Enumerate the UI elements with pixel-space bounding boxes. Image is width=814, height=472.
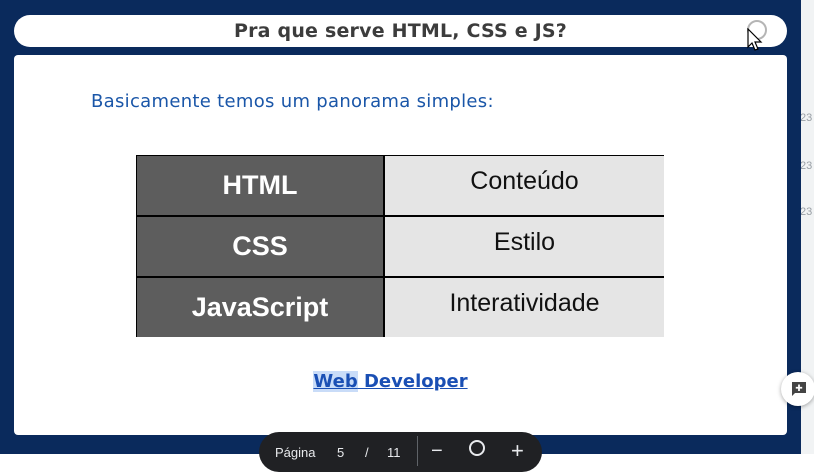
table-value: Conteúdo <box>385 156 664 215</box>
minus-icon[interactable]: − <box>431 440 443 463</box>
pager-divider <box>417 436 418 466</box>
page-total: 11 <box>387 445 401 460</box>
slide-content: Basicamente temos um panorama simples: H… <box>14 55 787 435</box>
modal-title-bar: Pra que serve HTML, CSS e JS? <box>14 15 787 47</box>
table-key: JavaScript <box>137 278 383 337</box>
table-key: HTML <box>137 156 383 215</box>
web-developer-link[interactable]: Web Developer <box>14 371 767 392</box>
languages-table: HTML Conteúdo CSS Estilo JavaScript Inte… <box>136 155 664 337</box>
table-row: CSS Estilo <box>136 216 664 276</box>
cursor-icon <box>747 28 763 51</box>
highlighted-word: Web <box>313 371 358 392</box>
add-comment-button[interactable] <box>781 372 814 406</box>
table-value: Estilo <box>385 217 664 276</box>
table-row: JavaScript Interatividade <box>136 277 664 337</box>
link-rest: Developer <box>357 371 468 392</box>
table-key: CSS <box>137 217 383 276</box>
link-part-highlighted[interactable]: Web Developer <box>313 371 468 392</box>
page-label: Página <box>275 445 316 460</box>
page-separator: / <box>365 445 369 460</box>
modal-title: Pra que serve HTML, CSS e JS? <box>233 20 568 42</box>
side-number: 23 <box>800 160 813 172</box>
side-number: 23 <box>800 112 813 124</box>
slide-modal: Pra que serve HTML, CSS e JS? Basicament… <box>0 0 801 454</box>
page-navigator: Página 5 / 11 − + <box>259 432 542 472</box>
table-value: Interatividade <box>385 278 664 337</box>
page-current[interactable]: 5 <box>337 445 344 460</box>
side-number: 23 <box>800 206 813 218</box>
plus-icon[interactable]: + <box>511 438 524 464</box>
table-row: HTML Conteúdo <box>136 155 664 215</box>
add-comment-icon <box>792 382 806 396</box>
intro-text: Basicamente temos um panorama simples: <box>91 91 494 112</box>
